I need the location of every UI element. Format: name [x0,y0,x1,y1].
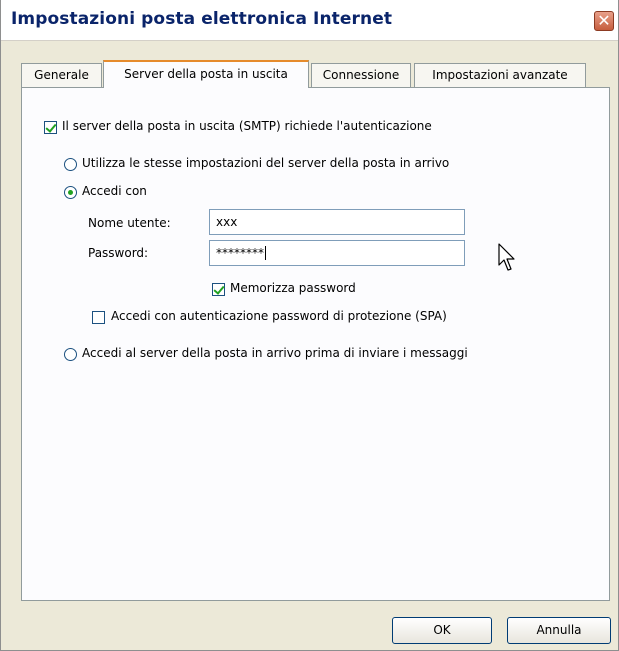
smtp-auth-label: Il server della posta in uscita (SMTP) r… [62,119,432,133]
tab-panel: Il server della posta in uscita (SMTP) r… [21,87,610,601]
tab-server-posta-uscita[interactable]: Server della posta in uscita [103,60,309,88]
remember-password-label: Memorizza password [230,281,356,295]
radio-same-settings[interactable] [64,158,77,171]
spa-label: Accedi con autenticazione password di pr… [111,309,447,323]
dialog-window: Impostazioni posta elettronica Internet … [0,0,619,651]
smtp-auth-checkbox[interactable] [44,121,57,134]
radio-same-settings-label: Utilizza le stesse impostazioni del serv… [82,156,450,170]
spa-checkbox[interactable] [92,311,105,324]
tab-label: Server della posta in uscita [124,67,288,81]
mouse-pointer-icon [498,243,515,271]
username-value: xxx [216,215,238,229]
window-title: Impostazioni posta elettronica Internet [11,9,393,29]
remember-password-checkbox[interactable] [212,283,225,296]
tab-generale[interactable]: Generale [21,63,102,87]
tab-label: Generale [34,68,89,82]
cancel-label: Annulla [536,623,582,637]
text-caret [265,246,266,260]
title-bar: Impostazioni posta elettronica Internet … [1,0,618,41]
password-input[interactable]: ******** [209,240,465,266]
ok-label: OK [433,623,451,637]
radio-login-with-label: Accedi con [82,184,147,198]
radio-incoming-first-label: Accedi al server della posta in arrivo p… [82,346,468,360]
tab-label: Connessione [322,68,400,82]
tab-impostazioni-avanzate[interactable]: Impostazioni avanzate [414,63,586,87]
radio-login-with[interactable] [64,186,77,199]
username-input[interactable]: xxx [209,209,465,235]
username-label: Nome utente: [88,216,171,230]
cancel-button[interactable]: Annulla [507,617,611,644]
password-value: ******** [216,246,264,260]
ok-button[interactable]: OK [392,617,492,644]
close-icon: ✕ [597,11,611,30]
close-button[interactable]: ✕ [594,11,614,31]
radio-incoming-first[interactable] [64,348,77,361]
tab-connessione[interactable]: Connessione [311,63,411,87]
tab-label: Impostazioni avanzate [432,68,568,82]
password-label: Password: [88,246,149,260]
